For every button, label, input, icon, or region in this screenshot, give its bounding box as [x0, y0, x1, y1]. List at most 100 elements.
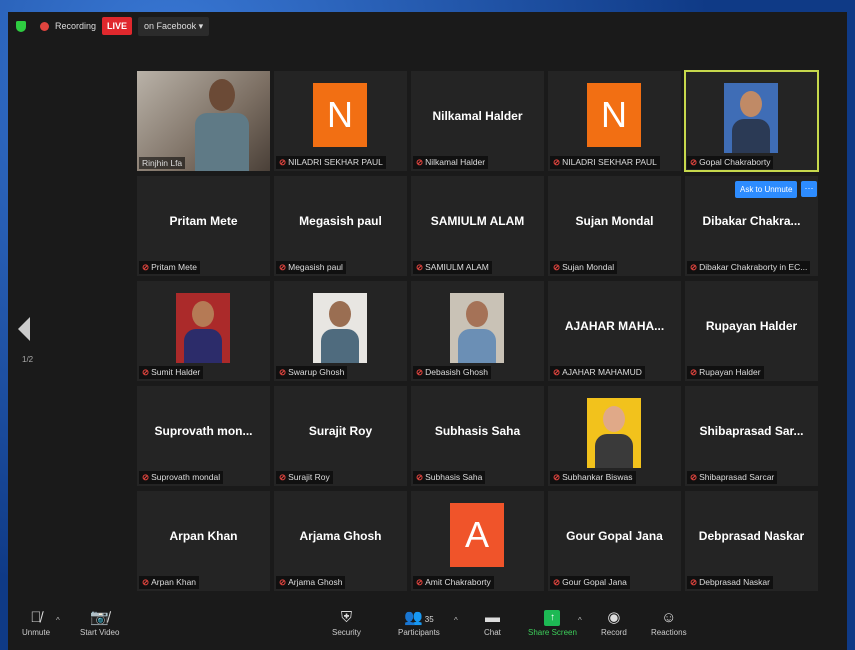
participant-tile[interactable]: ⊘ Debasish Ghosh	[411, 281, 544, 381]
recording-dot-icon	[40, 21, 49, 31]
participant-label-text: Subhasis Saha	[425, 472, 483, 482]
participant-name-label: ⊘ Sumit Halder	[139, 366, 204, 379]
participant-label-text: Sumit Halder	[151, 367, 201, 377]
mic-muted-icon: ⊘	[416, 472, 424, 482]
mic-muted-icon: ⊘	[553, 367, 561, 377]
shield-icon[interactable]	[16, 20, 26, 32]
participant-tile[interactable]: Rinjhin Lfa	[137, 71, 270, 171]
live-on-facebook-dropdown[interactable]: on Facebook ▾	[138, 16, 210, 36]
participant-tile[interactable]: Arjama Ghosh ⊘ Arjama Ghosh	[274, 491, 407, 591]
participant-name-label: ⊘ Sujan Mondal	[550, 261, 618, 274]
participant-name-label: ⊘ Shibaprasad Sarcar	[687, 471, 778, 484]
record-icon: ◉	[607, 609, 621, 626]
participant-label-text: Sujan Mondal	[562, 262, 615, 272]
participant-name-label: ⊘ Arpan Khan	[139, 576, 200, 589]
ask-to-unmute-button[interactable]: Ask to Unmute	[735, 181, 798, 198]
chat-bubble-icon: ▬	[484, 609, 500, 626]
participant-tile[interactable]: Pritam Mete ⊘ Pritam Mete	[137, 176, 270, 276]
participant-display-name: Arpan Khan	[169, 529, 238, 543]
participant-tile[interactable]: ⊘ Gopal Chakraborty	[684, 70, 819, 172]
participant-label-text: Rupayan Halder	[699, 367, 761, 377]
participant-label-text: Debasish Ghosh	[425, 367, 488, 377]
start-video-button[interactable]: 📷̸ Start Video	[80, 608, 119, 637]
participant-name-label: Rinjhin Lfa	[139, 157, 186, 169]
participants-caret-icon[interactable]: ^	[454, 616, 458, 625]
participant-profile-photo	[313, 293, 367, 363]
participant-tile[interactable]: Suprovath mon... ⊘ Suprovath mondal	[137, 386, 270, 486]
mic-muted-icon: ⊘	[690, 157, 698, 167]
participant-display-name: SAMIULM ALAM	[430, 214, 525, 228]
participant-display-name: Surajit Roy	[308, 424, 373, 438]
participant-display-name: Pritam Mete	[169, 214, 238, 228]
record-label: Record	[601, 628, 627, 637]
mic-muted-icon: ⊘	[279, 472, 287, 482]
participant-tile[interactable]: AJAHAR MAHA... ⊘ AJAHAR MAHAMUD	[548, 281, 681, 381]
participant-display-name: Arjama Ghosh	[299, 529, 382, 543]
reactions-label: Reactions	[651, 628, 687, 637]
security-button[interactable]: ⛨ Security	[332, 608, 361, 637]
security-label: Security	[332, 628, 361, 637]
participant-tile[interactable]: Gour Gopal Jana ⊘ Gour Gopal Jana	[548, 491, 681, 591]
participant-tile[interactable]: N ⊘ NILADRI SEKHAR PAUL	[548, 71, 681, 171]
participant-label-text: Gour Gopal Jana	[562, 577, 627, 587]
participant-initial-avatar: N	[313, 83, 367, 147]
participant-label-text: NILADRI SEKHAR PAUL	[562, 157, 657, 167]
participant-tile[interactable]: Surajit Roy ⊘ Surajit Roy	[274, 386, 407, 486]
participant-label-text: Gopal Chakraborty	[699, 157, 771, 167]
chat-button[interactable]: ▬ Chat	[484, 608, 501, 637]
more-options-button[interactable]: ···	[801, 181, 817, 197]
participant-tile[interactable]: Subhasis Saha ⊘ Subhasis Saha	[411, 386, 544, 486]
mic-muted-icon: ⊘	[690, 367, 698, 377]
mic-muted-icon: ⊘	[553, 577, 561, 587]
zoom-meeting-window: Recording LIVE on Facebook ▾ 1/2 Rinjhin…	[8, 12, 847, 650]
participant-label-text: Pritam Mete	[151, 262, 197, 272]
participant-tile[interactable]: SAMIULM ALAM ⊘ SAMIULM ALAM	[411, 176, 544, 276]
share-screen-arrow-icon: ↑	[544, 610, 561, 626]
participant-name-label: ⊘ Rupayan Halder	[687, 366, 764, 379]
participant-label-text: Arpan Khan	[151, 577, 197, 587]
participant-tile[interactable]: Nilkamal Halder ⊘ Nilkamal Halder	[411, 71, 544, 171]
participant-name-label: ⊘ Nilkamal Halder	[413, 156, 489, 169]
live-badge[interactable]: LIVE	[102, 17, 133, 35]
participant-tile[interactable]: Debprasad Naskar ⊘ Debprasad Naskar	[685, 491, 818, 591]
participant-label-text: NILADRI SEKHAR PAUL	[288, 157, 383, 167]
participant-profile-photo	[176, 293, 230, 363]
share-screen-button[interactable]: ↑ Share Screen	[528, 608, 577, 637]
participant-tile[interactable]: Sujan Mondal ⊘ Sujan Mondal	[548, 176, 681, 276]
participant-name-label: ⊘ Debprasad Naskar	[687, 576, 773, 589]
participant-tile[interactable]: A ⊘ Amit Chakraborty	[411, 491, 544, 591]
participant-display-name: Megasish paul	[299, 214, 382, 228]
participant-display-name: Sujan Mondal	[575, 214, 654, 228]
participant-display-name: Rupayan Halder	[705, 319, 798, 333]
participant-tile[interactable]: ⊘ Sumit Halder	[137, 281, 270, 381]
participant-name-label: ⊘ Dibakar Chakraborty in EC...	[687, 261, 811, 274]
participant-name-label: ⊘ SAMIULM ALAM	[413, 261, 492, 274]
participant-profile-photo	[587, 398, 641, 468]
reactions-button[interactable]: ☺ Reactions	[651, 608, 687, 637]
participants-button[interactable]: 👥 35 Participants	[398, 608, 440, 637]
participant-tile[interactable]: Megasish paul ⊘ Megasish paul	[274, 176, 407, 276]
share-options-caret-icon[interactable]: ^	[578, 616, 582, 625]
participants-icon: 👥 35	[404, 609, 434, 626]
participant-tile[interactable]: ⊘ Swarup Ghosh	[274, 281, 407, 381]
mic-muted-icon: ⊘	[279, 367, 287, 377]
participant-display-name: Dibakar Chakra...	[702, 214, 801, 228]
audio-options-caret-icon[interactable]: ^	[56, 616, 60, 625]
participant-name-label: ⊘ Arjama Ghosh	[276, 576, 346, 589]
mic-muted-icon: ⊘	[690, 472, 698, 482]
mic-muted-icon: ⊘	[142, 577, 150, 587]
participant-tile[interactable]: Shibaprasad Sar... ⊘ Shibaprasad Sarcar	[685, 386, 818, 486]
participant-label-text: Nilkamal Halder	[425, 157, 486, 167]
previous-page-arrow-icon[interactable]	[18, 317, 30, 341]
participant-tile[interactable]: N ⊘ NILADRI SEKHAR PAUL	[274, 71, 407, 171]
participant-name-label: ⊘ AJAHAR MAHAMUD	[550, 366, 645, 379]
unmute-button[interactable]: 🎙̸ Unmute	[22, 608, 50, 637]
participant-name-label: ⊘ Amit Chakraborty	[413, 576, 494, 589]
video-off-icon: 📷̸	[90, 609, 110, 626]
record-button[interactable]: ◉ Record	[601, 608, 627, 637]
participant-tile[interactable]: ⊘ Subhankar Biswas	[548, 386, 681, 486]
participant-tile[interactable]: Arpan Khan ⊘ Arpan Khan	[137, 491, 270, 591]
participant-initial-avatar: N	[587, 83, 641, 147]
participant-tile[interactable]: Rupayan Halder ⊘ Rupayan Halder	[685, 281, 818, 381]
participant-label-text: Suprovath mondal	[151, 472, 221, 482]
